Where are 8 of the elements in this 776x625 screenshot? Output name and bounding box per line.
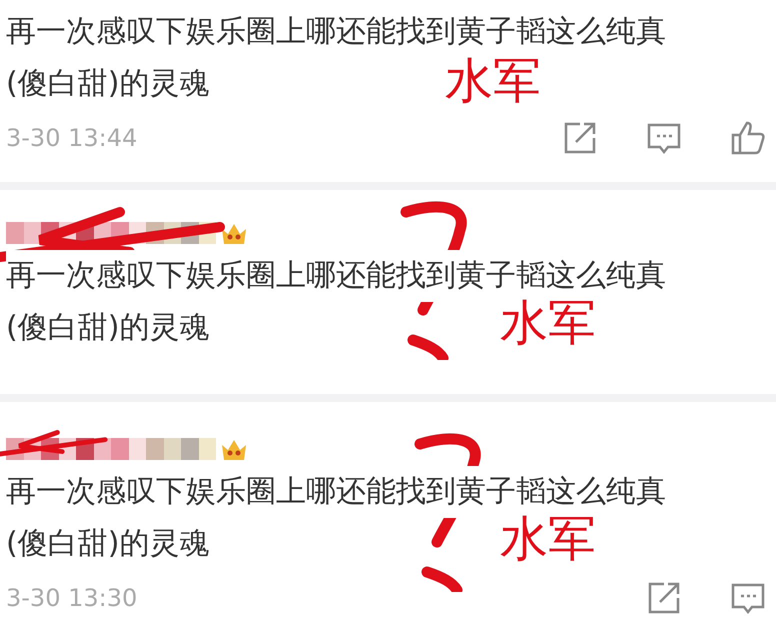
share-icon[interactable] [646,580,682,616]
annotation-text: 水军 [500,300,596,348]
comment-time: 3-30 13:44 [6,124,138,152]
share-icon[interactable] [562,120,598,156]
annotation-text: 水军 [500,516,596,564]
comment-time: 3-30 13:30 [6,584,138,612]
like-icon[interactable] [730,120,766,156]
annotation-text: 水军 [445,58,541,106]
